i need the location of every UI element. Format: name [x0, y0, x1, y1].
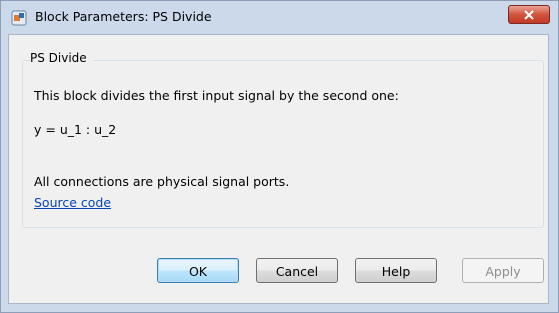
description-text: This block divides the first input signa… — [34, 88, 399, 103]
close-icon — [524, 10, 534, 20]
cancel-button[interactable]: Cancel — [256, 258, 338, 283]
title-bar[interactable]: Block Parameters: PS Divide — [1, 1, 558, 35]
simulink-block-icon — [11, 10, 27, 26]
window-title: Block Parameters: PS Divide — [35, 9, 212, 24]
apply-button: Apply — [462, 258, 544, 283]
ok-button[interactable]: OK — [157, 258, 239, 283]
connections-note: All connections are physical signal port… — [34, 174, 290, 189]
help-button[interactable]: Help — [355, 258, 437, 283]
source-code-link[interactable]: Source code — [34, 195, 111, 210]
group-title: PS Divide — [30, 51, 93, 65]
equation-text: y = u_1 : u_2 — [34, 122, 117, 137]
close-button[interactable] — [508, 5, 550, 24]
